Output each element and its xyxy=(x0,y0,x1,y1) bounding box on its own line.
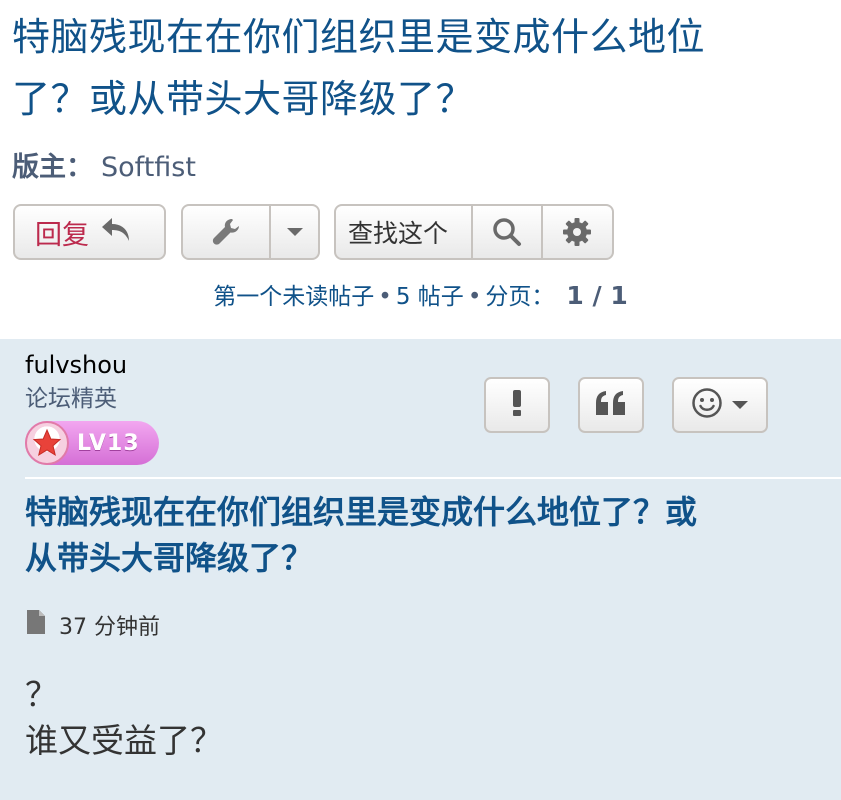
moderator-info: 版主： Softfist xyxy=(12,150,196,186)
reaction-button[interactable] xyxy=(672,377,768,433)
star-icon xyxy=(25,421,69,465)
wrench-icon[interactable] xyxy=(183,206,271,258)
page-number: 1 / 1 xyxy=(566,281,628,310)
reply-arrow-icon xyxy=(99,215,133,249)
post-title[interactable]: 特脑残现在在你们组织里是变成什么地位了？或 从带头大哥降级了？ xyxy=(25,489,841,581)
author-rank: 论坛精英 xyxy=(25,386,117,412)
exclamation-icon xyxy=(511,388,523,422)
author-name[interactable]: fulvshou xyxy=(25,349,127,381)
reply-label: 回复 xyxy=(35,219,89,251)
separator-dot: • xyxy=(467,284,482,310)
level-badge: LV13 xyxy=(25,421,159,465)
quote-icon xyxy=(594,389,628,421)
post: fulvshou 论坛精英 LV13 特脑残现在在你们组织里是变成什么地位了？或… xyxy=(0,339,841,800)
search-icon[interactable] xyxy=(473,206,543,258)
topic-title[interactable]: 特脑残现在在你们组织里是变成什么地位 了？或从带头大哥降级了？ xyxy=(12,6,841,130)
page-label: 分页： xyxy=(485,284,555,310)
post-title-line1[interactable]: 特脑残现在在你们组织里是变成什么地位了？或 xyxy=(25,489,841,535)
level-label: LV13 xyxy=(77,430,140,456)
search-box[interactable]: 查找这个 xyxy=(334,204,614,260)
moderator-link[interactable]: Softfist xyxy=(101,152,196,183)
first-unread-link[interactable]: 第一个未读帖子 xyxy=(213,284,374,310)
report-button[interactable] xyxy=(484,377,550,433)
caret-down-icon[interactable] xyxy=(271,206,318,258)
search-input[interactable]: 查找这个 xyxy=(336,206,474,258)
pagination-bar: 第一个未读帖子 • 5 帖子 • 分页： 1 / 1 xyxy=(0,280,841,313)
document-icon[interactable] xyxy=(25,609,47,641)
divider xyxy=(25,477,841,479)
post-content: ？ 谁又受益了？ xyxy=(25,672,223,764)
gear-icon[interactable] xyxy=(543,206,612,258)
post-title-line2[interactable]: 从带头大哥降级了？ xyxy=(25,535,841,581)
topic-title-line1[interactable]: 特脑残现在在你们组织里是变成什么地位 xyxy=(12,6,841,68)
topic-tools-button[interactable] xyxy=(181,204,320,260)
post-time: 37 分钟前 xyxy=(59,615,160,640)
separator-dot: • xyxy=(378,284,392,310)
post-content-line1: ？ xyxy=(25,675,58,714)
moderator-label: 版主： xyxy=(12,152,93,183)
post-meta: 37 分钟前 xyxy=(25,609,160,641)
smiley-icon xyxy=(691,387,723,423)
quote-button[interactable] xyxy=(578,377,644,433)
topic-title-line2[interactable]: 了？或从带头大哥降级了？ xyxy=(12,68,841,130)
caret-down-icon xyxy=(731,396,749,415)
posts-count: 5 帖子 xyxy=(395,284,464,310)
reply-button[interactable]: 回复 xyxy=(13,204,166,260)
post-content-line2: 谁又受益了？ xyxy=(25,721,223,760)
